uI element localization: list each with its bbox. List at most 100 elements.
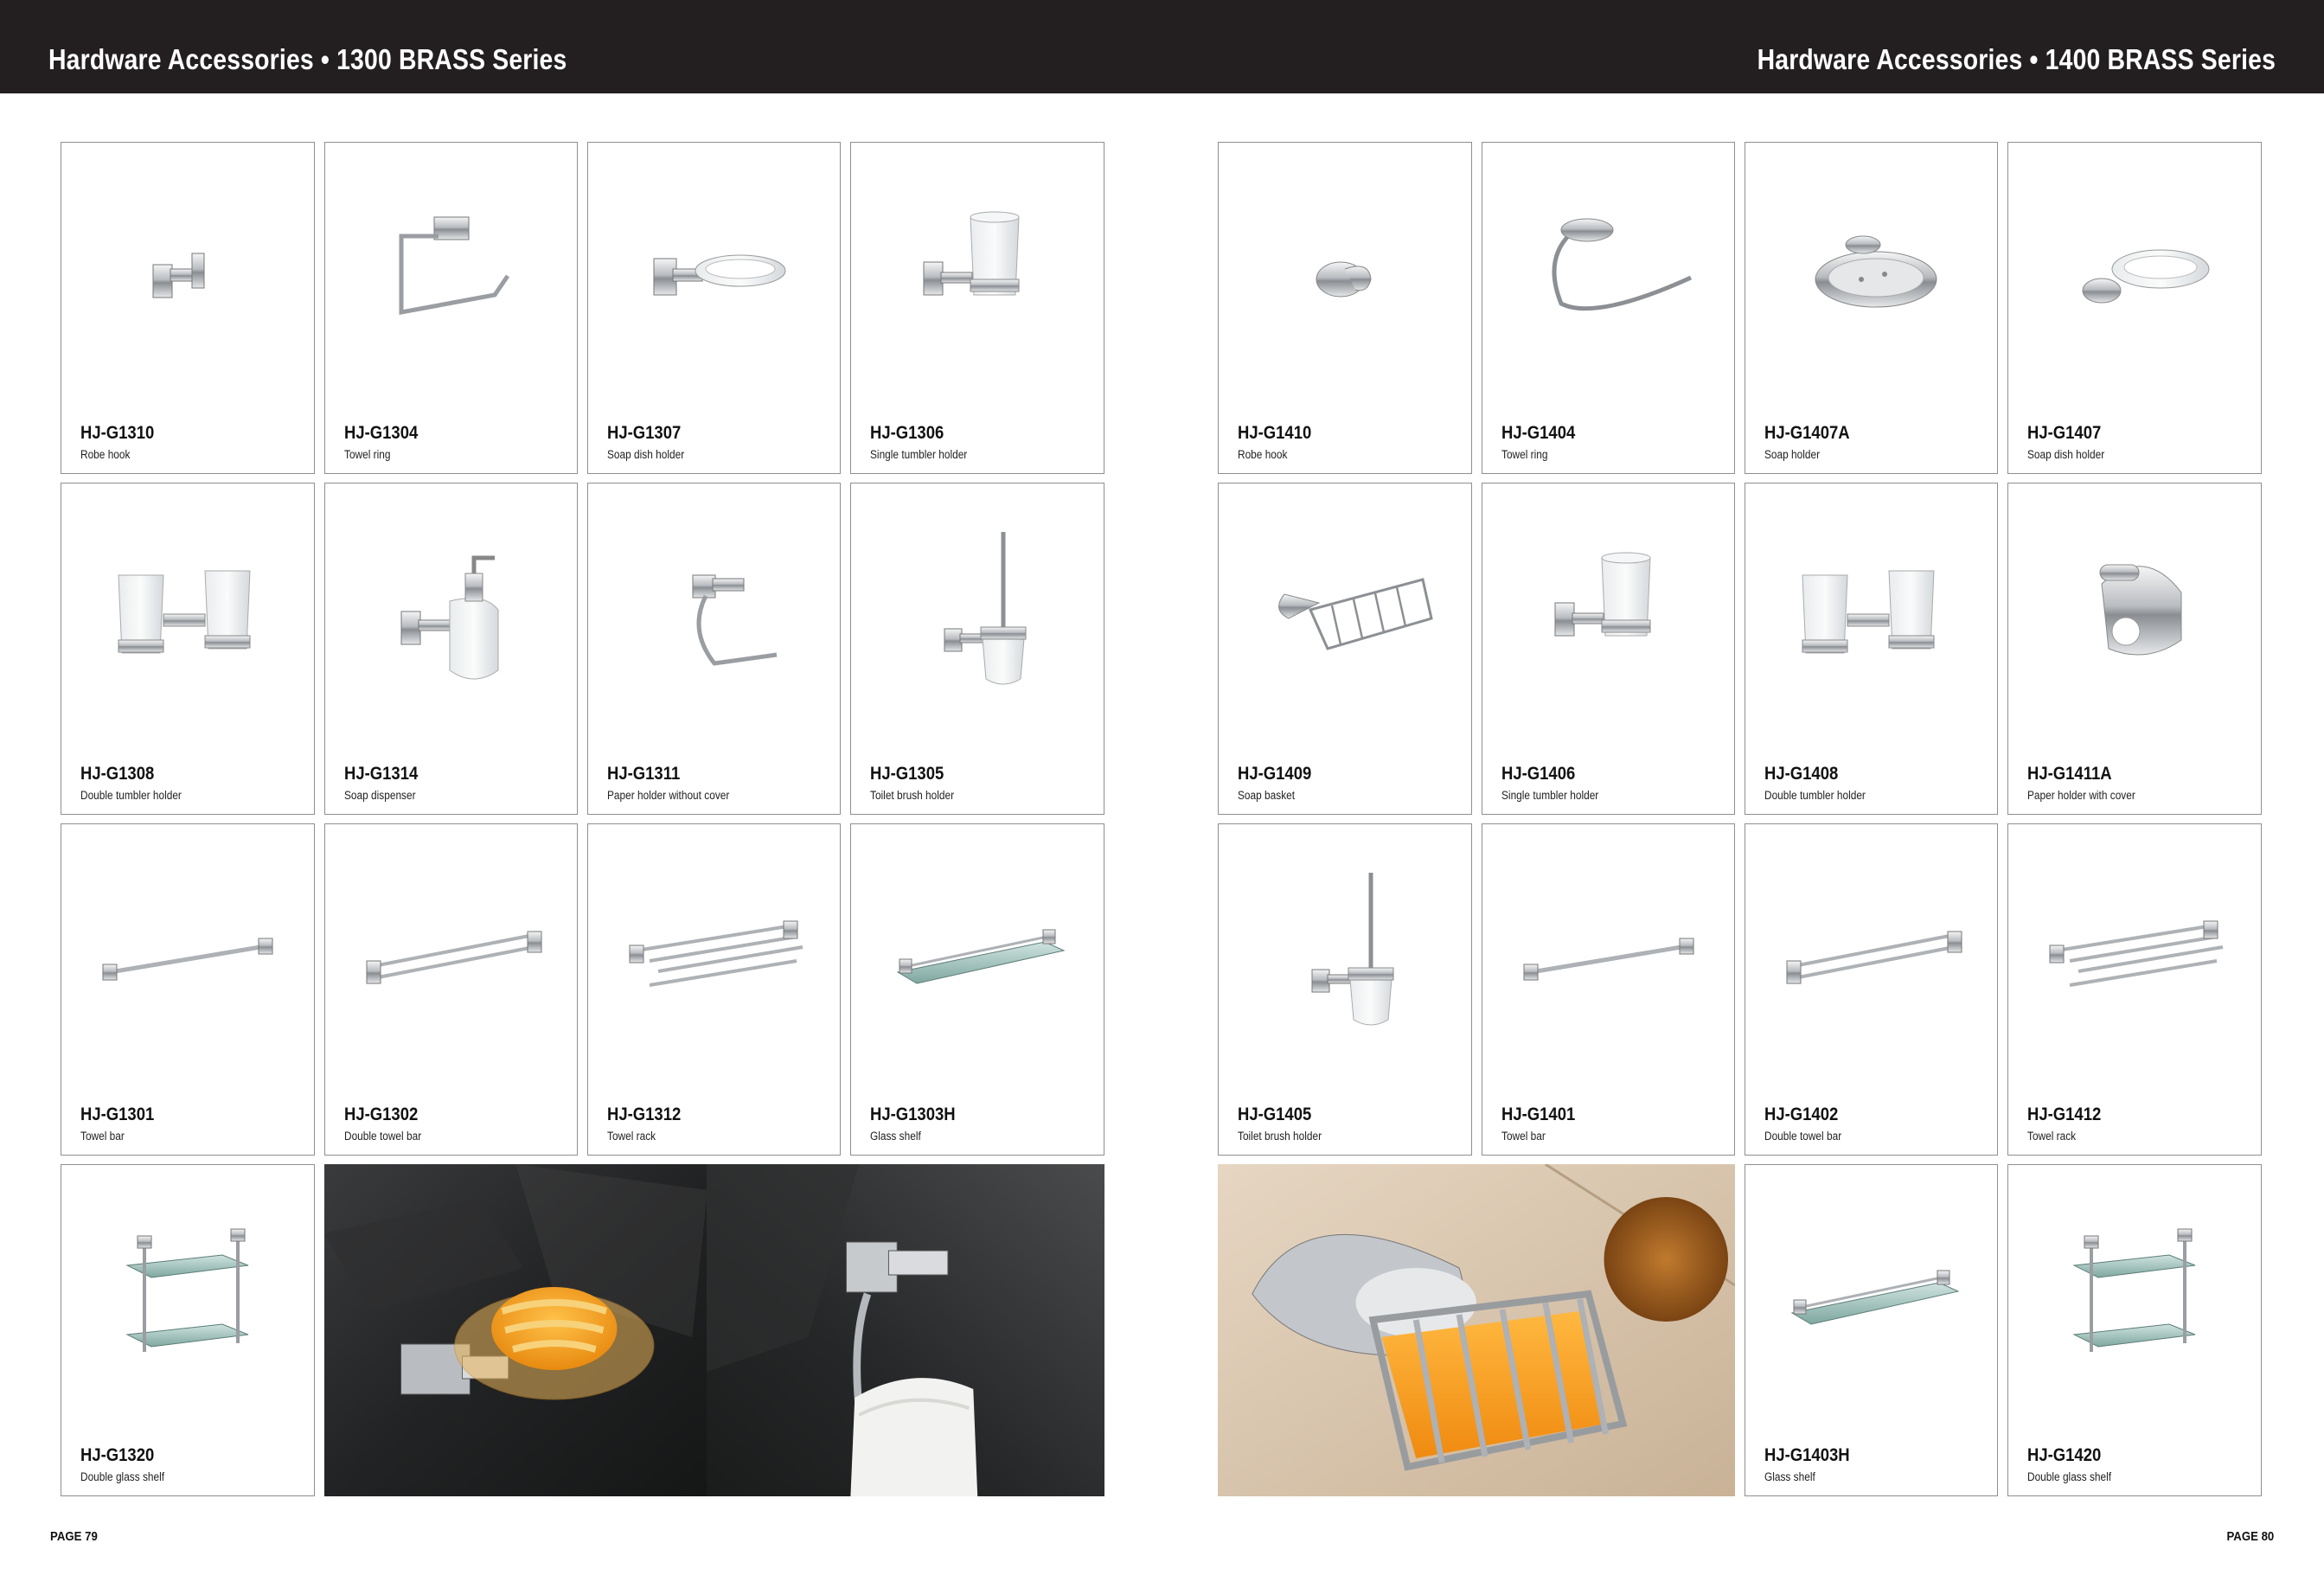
- toilet-brush-holder-icon: [851, 483, 1104, 736]
- product-code: HJ-G1312: [607, 1105, 682, 1124]
- product-card: HJ-G1302 Double towel bar: [324, 823, 578, 1156]
- product-code: HJ-G1306: [870, 423, 944, 443]
- product-code: HJ-G1301: [80, 1105, 155, 1124]
- double-tumbler-holder-icon: [1745, 483, 1997, 736]
- double-glass-shelf-icon: [61, 1165, 314, 1418]
- product-description: Soap dish holder: [2027, 448, 2105, 461]
- product-description: Towel rack: [607, 1130, 656, 1143]
- toilet-brush-holder-icon: [1219, 824, 1471, 1077]
- product-code: HJ-G1412: [2027, 1105, 2102, 1124]
- product-code: HJ-G1407: [2027, 423, 2102, 443]
- soap-dish-photo: [324, 1164, 707, 1496]
- towel-rack-icon: [588, 824, 840, 1077]
- soap-dispenser-icon: [325, 483, 577, 736]
- product-description: Towel ring: [344, 448, 391, 461]
- product-code: HJ-G1304: [344, 423, 419, 443]
- product-description: Double towel bar: [1764, 1130, 1842, 1143]
- product-description: Robe hook: [1238, 448, 1288, 461]
- product-card: HJ-G1407A Soap holder: [1745, 142, 1998, 474]
- product-description: Paper holder without cover: [607, 789, 730, 802]
- left-product-grid: HJ-G1310 Robe hook HJ-G1304 Towel ring H…: [61, 142, 1104, 1496]
- page-header: Hardware Accessories • 1300 BRASS Series…: [0, 0, 2324, 93]
- product-card: HJ-G1304 Towel ring: [324, 142, 578, 474]
- product-code: HJ-G1404: [1501, 423, 1576, 443]
- double-towel-bar-icon: [325, 824, 577, 1077]
- product-description: Double towel bar: [344, 1130, 422, 1143]
- product-code: HJ-G1420: [2027, 1445, 2102, 1465]
- product-description: Double tumbler holder: [1764, 789, 1866, 802]
- product-description: Soap basket: [1238, 789, 1296, 802]
- product-card: HJ-G1420 Double glass shelf: [2007, 1164, 2262, 1496]
- product-description: Soap dispenser: [344, 789, 416, 802]
- product-code: HJ-G1403H: [1764, 1445, 1850, 1465]
- towel-bar-icon: [1482, 824, 1734, 1077]
- product-card: HJ-G1305 Toilet brush holder: [850, 483, 1104, 815]
- product-card: HJ-G1306 Single tumbler holder: [850, 142, 1104, 474]
- product-description: Glass shelf: [870, 1130, 921, 1143]
- single-tumbler-holder-icon: [1482, 483, 1734, 736]
- robe-hook-round-icon: [1219, 143, 1471, 395]
- soap-holder-icon: [1745, 143, 1997, 395]
- product-card: HJ-G1310 Robe hook: [61, 142, 315, 474]
- product-card: HJ-G1412 Towel rack: [2007, 823, 2262, 1156]
- product-description: Towel rack: [2027, 1130, 2077, 1143]
- product-card: HJ-G1409 Soap basket: [1218, 483, 1472, 815]
- product-description: Toilet brush holder: [1238, 1130, 1322, 1143]
- product-card: HJ-G1312 Towel rack: [587, 823, 841, 1156]
- product-code: HJ-G1302: [344, 1105, 419, 1124]
- product-card: HJ-G1402 Double towel bar: [1745, 823, 1998, 1156]
- product-code: HJ-G1411A: [2027, 764, 2112, 784]
- double-tumbler-holder-icon: [61, 483, 314, 736]
- product-code: HJ-G1307: [607, 423, 682, 443]
- product-card: HJ-G1311 Paper holder without cover: [587, 483, 841, 815]
- paper-holder-icon: [588, 483, 840, 736]
- product-code: HJ-G1310: [80, 423, 155, 443]
- product-description: Soap dish holder: [607, 448, 685, 461]
- product-card: HJ-G1308 Double tumbler holder: [61, 483, 315, 815]
- soap-basket-photo: [1218, 1164, 1735, 1496]
- product-code: HJ-G1402: [1764, 1105, 1839, 1124]
- product-description: Toilet brush holder: [870, 789, 955, 802]
- towel-ring-round-icon: [1482, 143, 1734, 395]
- product-code: HJ-G1314: [344, 764, 419, 784]
- glass-shelf-icon: [1745, 1165, 1997, 1418]
- product-code: HJ-G1303H: [870, 1105, 956, 1124]
- double-glass-shelf-icon: [2008, 1165, 2261, 1418]
- product-description: Soap holder: [1764, 448, 1821, 461]
- paper-holder-cover-icon: [2008, 483, 2261, 736]
- soap-dish-holder-icon: [588, 143, 840, 395]
- product-description: Towel bar: [80, 1130, 125, 1143]
- towel-bar-icon: [61, 824, 314, 1077]
- soap-basket-icon: [1219, 483, 1471, 736]
- right-product-grid: HJ-G1410 Robe hook HJ-G1404 Towel ring H…: [1218, 142, 2262, 1496]
- product-card: HJ-G1301 Towel bar: [61, 823, 315, 1156]
- product-description: Towel bar: [1501, 1130, 1546, 1143]
- product-description: Single tumbler holder: [1501, 789, 1599, 802]
- product-card: HJ-G1403H Glass shelf: [1745, 1164, 1998, 1496]
- product-card: HJ-G1404 Towel ring: [1482, 142, 1735, 474]
- single-tumbler-holder-icon: [851, 143, 1104, 395]
- product-description: Glass shelf: [1764, 1470, 1815, 1483]
- product-code: HJ-G1401: [1501, 1105, 1576, 1124]
- product-code: HJ-G1311: [607, 764, 681, 784]
- right-series-title: Hardware Accessories • 1400 BRASS Series: [1757, 43, 2276, 75]
- towel-ring-photo: [707, 1164, 1104, 1496]
- double-towel-bar-icon: [1745, 824, 1997, 1077]
- product-description: Double tumbler holder: [80, 789, 182, 802]
- product-card: HJ-G1314 Soap dispenser: [324, 483, 578, 815]
- product-description: Towel ring: [1501, 448, 1548, 461]
- product-description: Paper holder with cover: [2027, 789, 2135, 802]
- product-description: Double glass shelf: [2027, 1470, 2112, 1483]
- product-card: HJ-G1401 Towel bar: [1482, 823, 1735, 1156]
- glass-shelf-icon: [851, 824, 1104, 1077]
- product-code: HJ-G1409: [1238, 764, 1312, 784]
- product-card: HJ-G1303H Glass shelf: [850, 823, 1104, 1156]
- product-description: Double glass shelf: [80, 1470, 165, 1483]
- product-card: HJ-G1405 Toilet brush holder: [1218, 823, 1472, 1156]
- left-page-number: PAGE 79: [50, 1529, 98, 1544]
- product-card: HJ-G1410 Robe hook: [1218, 142, 1472, 474]
- product-card: HJ-G1307 Soap dish holder: [587, 142, 841, 474]
- product-card: HJ-G1408 Double tumbler holder: [1745, 483, 1998, 815]
- product-code: HJ-G1405: [1238, 1105, 1312, 1124]
- product-code: HJ-G1305: [870, 764, 944, 784]
